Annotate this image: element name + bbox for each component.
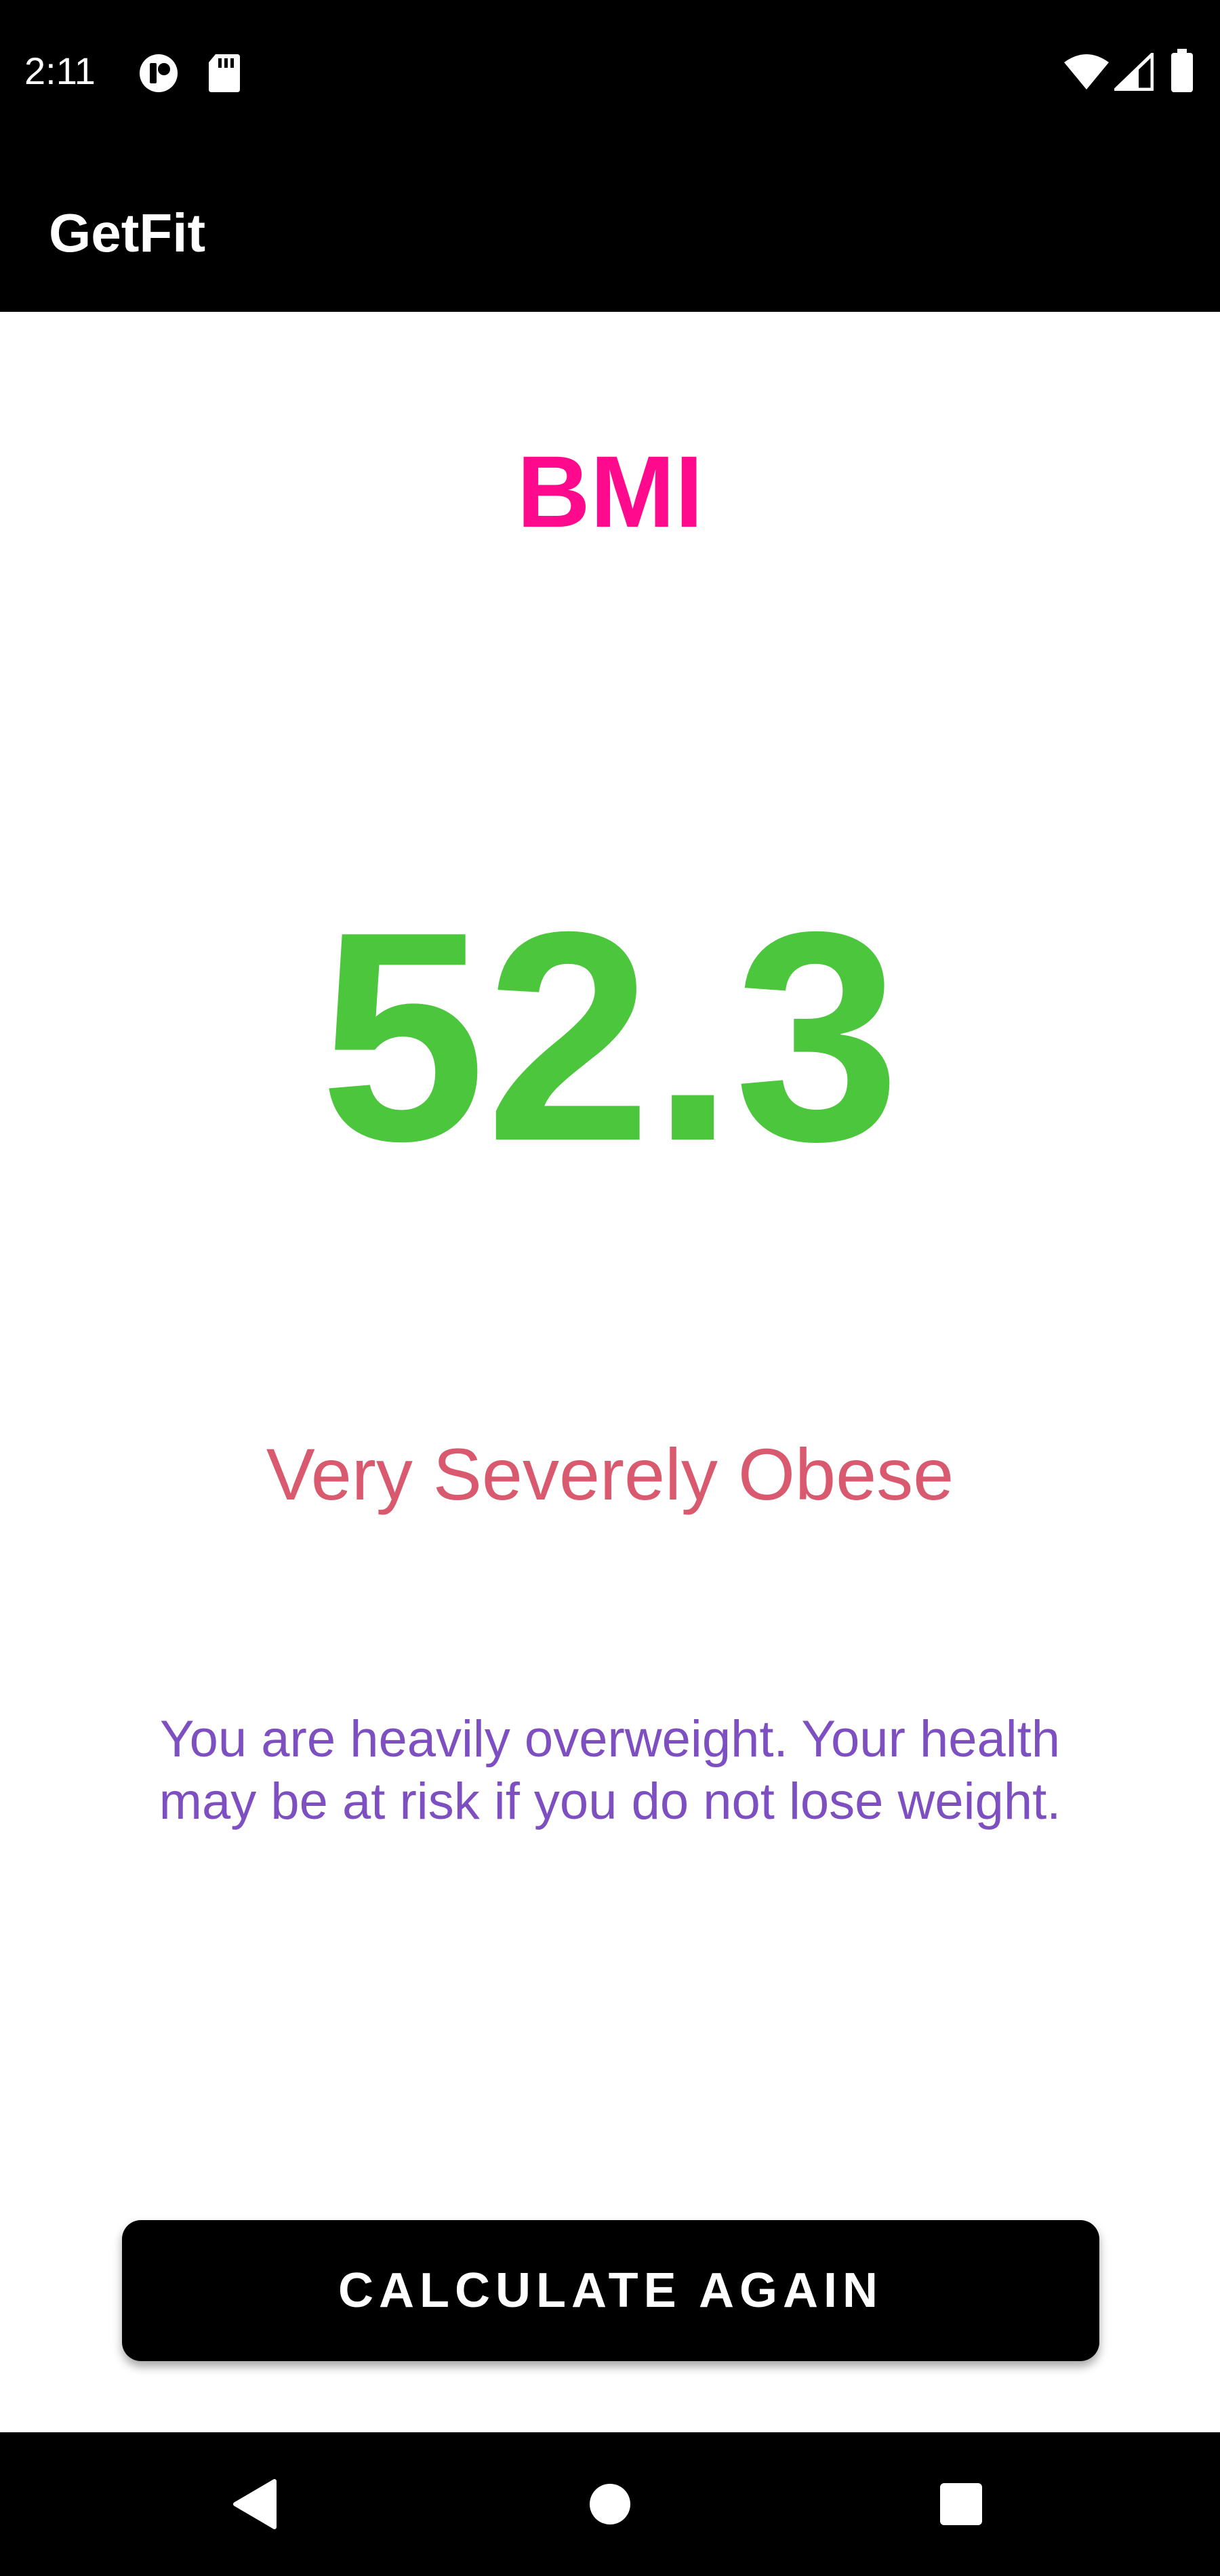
status-time: 2:11 (24, 49, 96, 92)
bmi-heading: BMI (516, 435, 704, 548)
sd-card-icon (209, 54, 240, 92)
navigation-bar (0, 2432, 1220, 2576)
recents-icon (940, 2483, 982, 2525)
signal-icon (1114, 53, 1154, 91)
status-bar: 2:11 (0, 0, 1220, 146)
bmi-value: 52.3 (319, 870, 901, 1203)
phone-screen: 2:11 GetFit BMI 52.3 Very Severely Obese… (0, 0, 1220, 2576)
app-bar: GetFit (0, 146, 1220, 312)
bmi-category: Very Severely Obese (266, 1433, 954, 1515)
calculate-again-button[interactable]: CALCULATE AGAIN (122, 2220, 1099, 2361)
notification-app-icon (140, 54, 178, 92)
battery-icon (1171, 49, 1193, 92)
calculate-again-label: CALCULATE AGAIN (338, 2263, 883, 2318)
wifi-icon (1064, 54, 1109, 89)
recents-button[interactable] (914, 2457, 1009, 2552)
back-icon (233, 2479, 277, 2529)
home-icon (590, 2484, 630, 2524)
bmi-advice-text: You are heavily overweight. Your health … (159, 1710, 1061, 1830)
back-button[interactable] (207, 2457, 302, 2552)
home-button[interactable] (563, 2457, 657, 2552)
app-title: GetFit (49, 203, 206, 263)
result-content: BMI 52.3 Very Severely Obese You are hea… (0, 312, 1220, 2432)
